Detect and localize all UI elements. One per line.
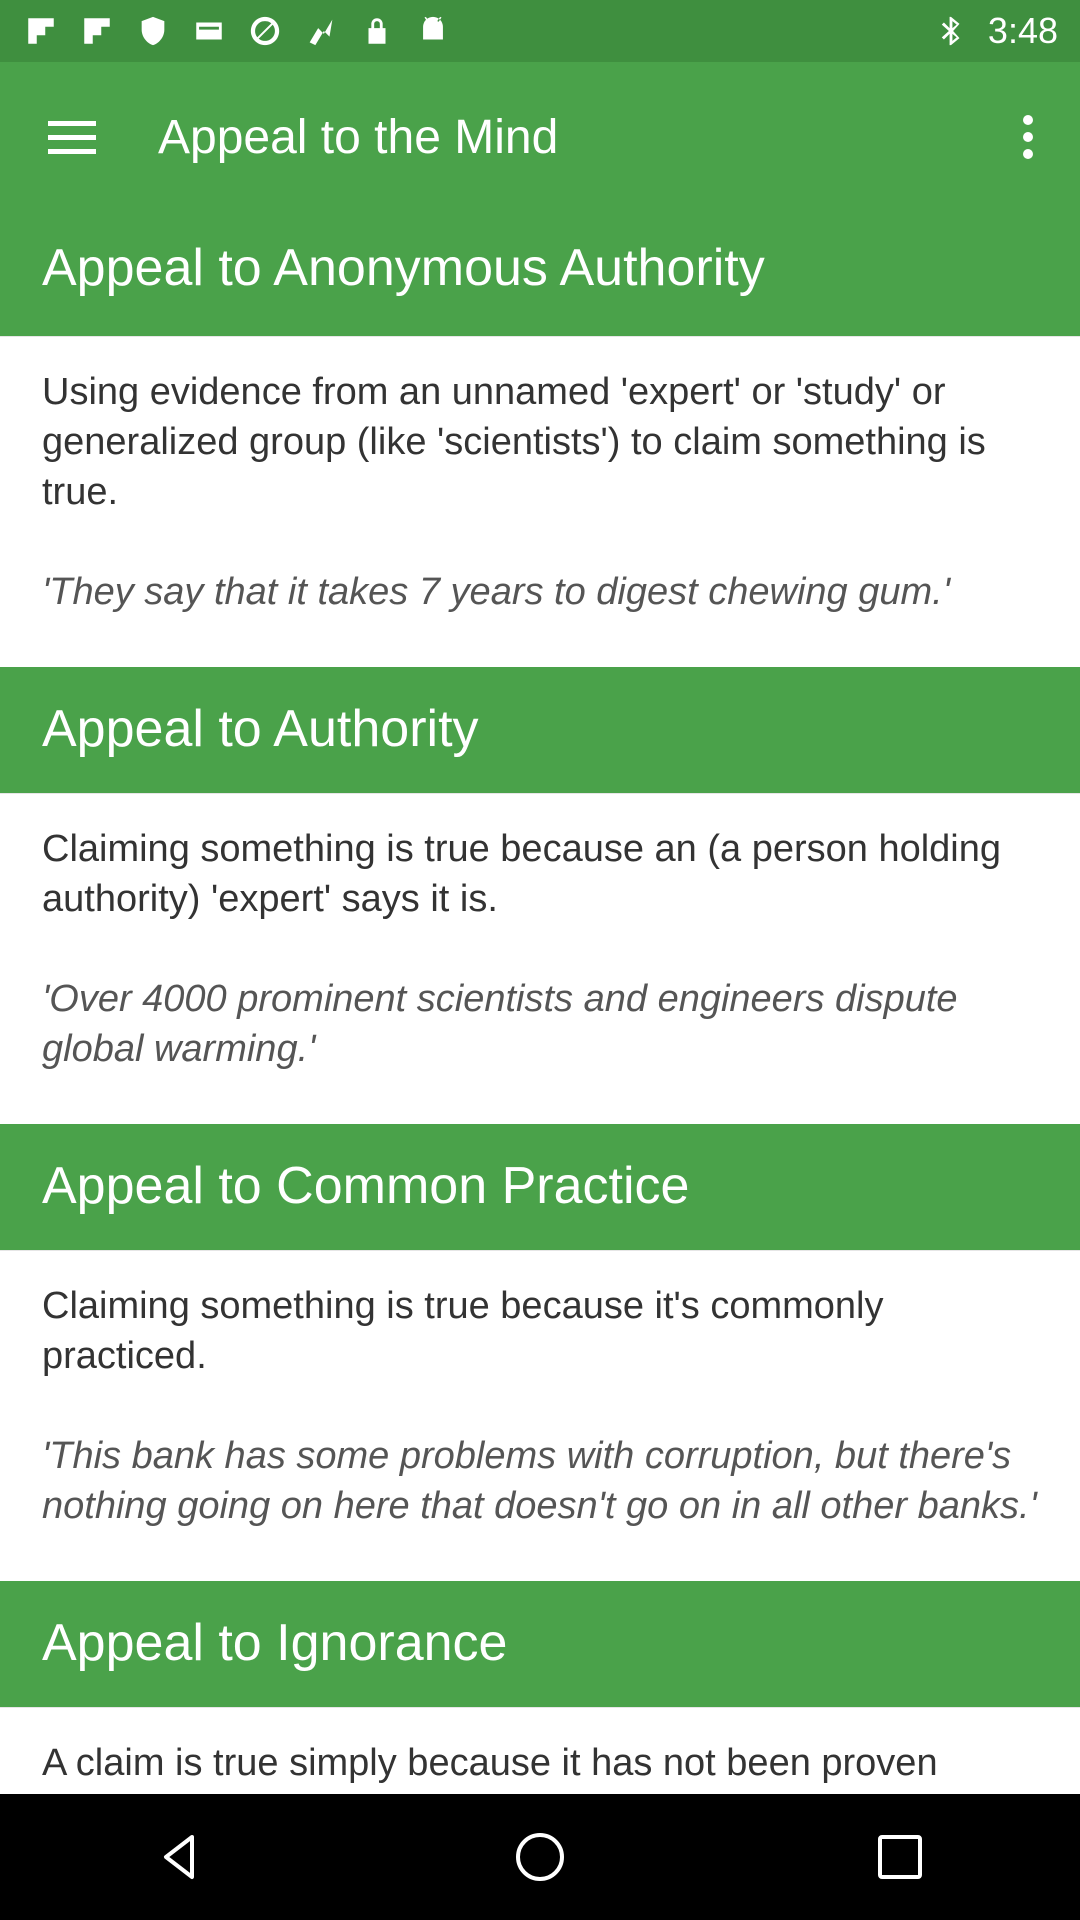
menu-button[interactable]: [36, 107, 108, 167]
section-header: Appeal to Common Practice: [0, 1124, 1080, 1250]
bluetooth-icon: [934, 14, 968, 48]
section-example: 'Over 4000 prominent scientists and engi…: [42, 978, 958, 1070]
section-body: A claim is true simply because it has no…: [0, 1707, 1080, 1794]
more-vert-icon: [1023, 115, 1033, 159]
section-header: Appeal to Ignorance: [0, 1581, 1080, 1707]
flipboard-icon: [24, 14, 58, 48]
section-description: Using evidence from an unnamed 'expert' …: [42, 371, 986, 513]
home-button[interactable]: [500, 1817, 580, 1897]
back-button[interactable]: [140, 1817, 220, 1897]
section-description: Claiming something is true because an (a…: [42, 828, 1001, 920]
back-icon: [164, 1835, 194, 1879]
recents-button[interactable]: [860, 1817, 940, 1897]
section-example: 'They say that it takes 7 years to diges…: [42, 571, 950, 613]
status-right: 3:48: [934, 10, 1058, 52]
section-example: 'This bank has some problems with corrup…: [42, 1435, 1037, 1527]
section-description: Claiming something is true because it's …: [42, 1285, 884, 1377]
message-icon: [192, 14, 226, 48]
notification-icons: [24, 10, 450, 52]
android-icon: [416, 14, 450, 48]
app-bar: Appeal to the Mind: [0, 62, 1080, 210]
section-body: Claiming something is true because an (a…: [0, 793, 1080, 1124]
system-nav-bar: [0, 1794, 1080, 1920]
status-clock: 3:48: [987, 10, 1058, 51]
lock-icon: [360, 14, 394, 48]
section-body: Claiming something is true because it's …: [0, 1250, 1080, 1581]
section-body: Using evidence from an unnamed 'expert' …: [0, 336, 1080, 667]
home-icon: [516, 1833, 564, 1881]
section-header: Appeal to Anonymous Authority: [0, 210, 1080, 336]
flipboard-icon: [80, 14, 114, 48]
recents-icon: [878, 1835, 922, 1879]
fake-gps-icon: [304, 14, 338, 48]
no-signal-icon: [248, 14, 282, 48]
section-header: Appeal to Authority: [0, 667, 1080, 793]
fallacy-list[interactable]: Appeal to Anonymous Authority Using evid…: [0, 210, 1080, 1794]
hamburger-menu-icon: [48, 121, 96, 154]
page-title: Appeal to the Mind: [158, 111, 559, 164]
shield-icon: [136, 14, 170, 48]
section-description: A claim is true simply because it has no…: [42, 1742, 938, 1784]
overflow-menu-button[interactable]: [1008, 107, 1048, 167]
status-bar: 3:48: [0, 0, 1080, 62]
